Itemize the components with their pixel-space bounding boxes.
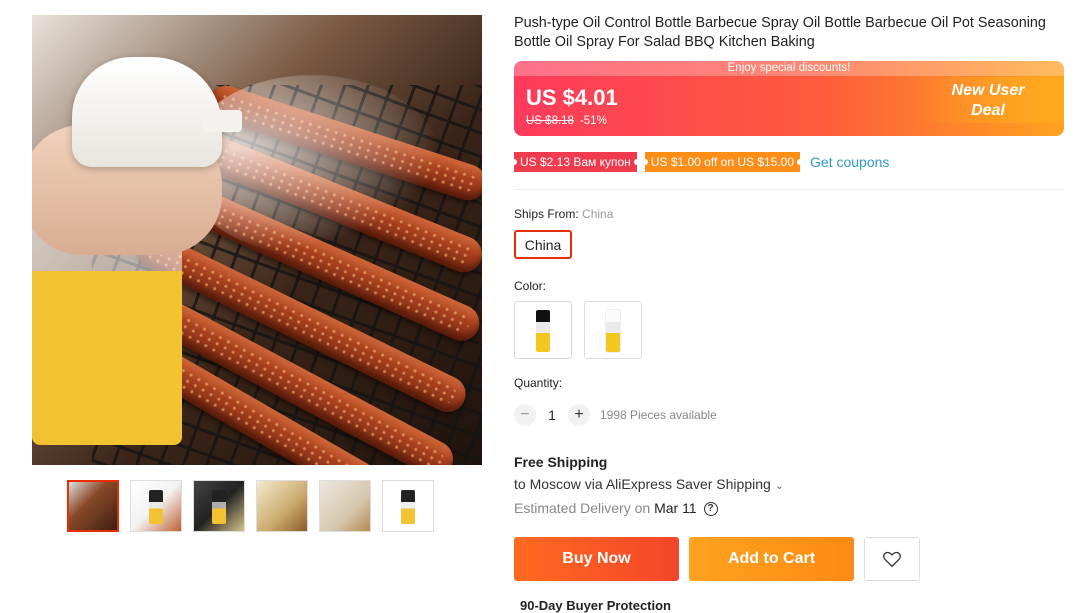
buy-now-button[interactable]: Buy Now [514, 537, 679, 581]
delivery-date: Mar 11 [654, 500, 697, 516]
chevron-down-icon[interactable]: ⌄ [775, 480, 784, 492]
discount-percent: -51% [579, 115, 607, 127]
color-option-white[interactable] [584, 301, 642, 359]
free-shipping-title: Free Shipping [514, 454, 608, 470]
coupon-select[interactable]: US $1.00 off on US $15.00 [641, 152, 804, 172]
product-title: Push-type Oil Control Bottle Barbecue Sp… [514, 15, 1046, 50]
thumbnail-5[interactable] [319, 480, 371, 532]
spray-bottle-cap [72, 57, 222, 167]
coupon-store[interactable]: US $2.13 Вам купон [511, 152, 640, 172]
ships-from-label-text: Ships From: [514, 207, 579, 221]
estimated-delivery: Estimated Delivery on Mar 11 ? [514, 500, 718, 517]
thumbnail-6[interactable] [382, 480, 434, 532]
black-bottle-swatch [536, 310, 550, 352]
original-price: US $8.18 [526, 115, 574, 127]
price-original-row: US $8.18 -51% [526, 115, 607, 127]
product-main-image[interactable] [32, 15, 482, 465]
quantity-increase-button[interactable]: + [568, 404, 590, 426]
quantity-label: Quantity: [514, 376, 563, 390]
quantity-decrease-button[interactable]: − [514, 404, 536, 426]
quantity-stepper: − 1 + 1998 Pieces available [514, 404, 717, 426]
color-label: Color: [514, 279, 547, 293]
shipping-destination-text[interactable]: to Moscow via AliExpress Saver Shipping [514, 476, 771, 492]
ships-from-value: China [582, 207, 614, 221]
thumbnail-2[interactable] [130, 480, 182, 532]
thumbnail-strip [67, 480, 434, 532]
buyer-protection: 90-Day Buyer Protection [520, 598, 671, 613]
thumbnail-3[interactable] [193, 480, 245, 532]
pieces-available: 1998 Pieces available [600, 408, 717, 422]
get-coupons-link[interactable]: Get coupons [810, 154, 889, 170]
deal-line-2: Deal [971, 102, 1005, 119]
current-price: US $4.01 [526, 85, 618, 110]
ships-from-option-china[interactable]: China [514, 230, 572, 259]
deal-line-1: New User [951, 82, 1025, 99]
spray-mist [182, 75, 442, 255]
white-bottle-swatch [606, 310, 620, 352]
ships-from-label: Ships From: China [514, 207, 613, 221]
heart-icon [883, 551, 901, 568]
color-option-black[interactable] [514, 301, 572, 359]
shipping-destination[interactable]: to Moscow via AliExpress Saver Shipping … [514, 476, 784, 492]
discount-banner-text: Enjoy special discounts! [514, 61, 1064, 76]
help-icon[interactable]: ? [703, 502, 718, 517]
coupon-row: US $2.13 Вам купон US $1.00 off on US $1… [511, 152, 889, 172]
thumbnail-4[interactable] [256, 480, 308, 532]
new-user-deal-badge: New User Deal [924, 81, 1052, 129]
price-banner: Enjoy special discounts! US $4.01 US $8.… [514, 61, 1064, 136]
quantity-value[interactable]: 1 [546, 407, 558, 423]
divider [514, 189, 1064, 190]
delivery-prefix: Estimated Delivery on [514, 500, 651, 516]
wishlist-button[interactable] [864, 537, 920, 581]
thumbnail-1[interactable] [67, 480, 119, 532]
add-to-cart-button[interactable]: Add to Cart [689, 537, 854, 581]
spray-nozzle [202, 110, 242, 132]
